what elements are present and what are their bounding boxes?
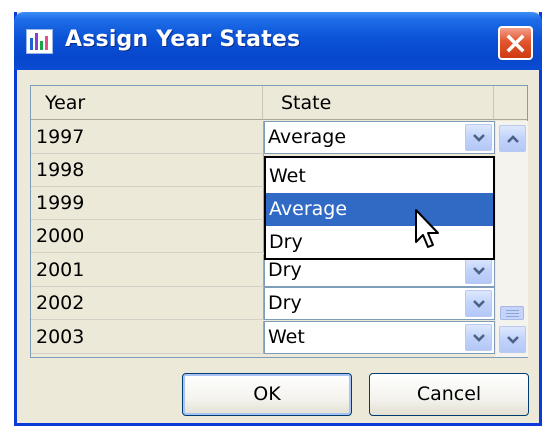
state-value: Dry	[268, 259, 302, 281]
scroll-thumb[interactable]	[500, 306, 524, 320]
chevron-down-icon	[473, 334, 485, 342]
state-value: Wet	[268, 326, 305, 348]
year-cell: 1999	[31, 187, 264, 220]
table-header: Year State	[31, 86, 527, 120]
vertical-scrollbar[interactable]	[496, 121, 528, 357]
year-cell: 2000	[31, 220, 264, 253]
scroll-down-icon	[507, 336, 519, 344]
dropdown-button[interactable]	[465, 324, 492, 351]
state-dropdown-list[interactable]: Wet Average Dry	[264, 156, 495, 260]
scroll-down-button[interactable]	[499, 326, 526, 353]
dropdown-option-wet[interactable]: Wet	[266, 160, 493, 193]
table-row[interactable]: 2003 Wet	[31, 321, 496, 354]
scroll-up-icon	[507, 135, 519, 143]
dropdown-button[interactable]	[465, 290, 492, 317]
close-button[interactable]	[498, 26, 533, 60]
app-chart-icon	[26, 29, 53, 54]
chevron-down-icon	[473, 134, 485, 142]
dropdown-button[interactable]	[465, 257, 492, 284]
dropdown-option-average[interactable]: Average	[266, 193, 493, 226]
ok-button[interactable]: OK	[182, 373, 352, 416]
state-value: Average	[268, 126, 347, 148]
state-combobox[interactable]: Average	[264, 121, 495, 154]
state-combobox[interactable]: Dry	[264, 287, 495, 320]
year-cell: 1998	[31, 154, 264, 187]
year-cell: 2003	[31, 321, 264, 354]
column-header-state[interactable]: State	[263, 86, 494, 120]
dropdown-button[interactable]	[465, 124, 492, 151]
year-cell: 1997	[31, 121, 264, 154]
state-value: Dry	[268, 292, 302, 314]
chevron-down-icon	[473, 267, 485, 275]
year-cell: 2002	[31, 287, 264, 320]
table-row[interactable]: 2002 Dry	[31, 287, 496, 320]
chevron-down-icon	[473, 300, 485, 308]
close-icon	[506, 34, 525, 53]
scroll-up-button[interactable]	[499, 125, 526, 152]
year-cell: 2001	[31, 254, 264, 287]
cancel-button[interactable]: Cancel	[369, 373, 529, 416]
title-bar[interactable]: Assign Year States	[14, 12, 542, 70]
header-filler	[494, 86, 527, 120]
window-title: Assign Year States	[65, 27, 301, 52]
table-row[interactable]: 1997 Average	[31, 121, 496, 154]
state-combobox[interactable]: Wet	[264, 321, 495, 354]
dropdown-option-dry[interactable]: Dry	[266, 226, 493, 259]
mouse-pointer-icon	[415, 209, 439, 248]
column-header-year[interactable]: Year	[31, 86, 263, 120]
